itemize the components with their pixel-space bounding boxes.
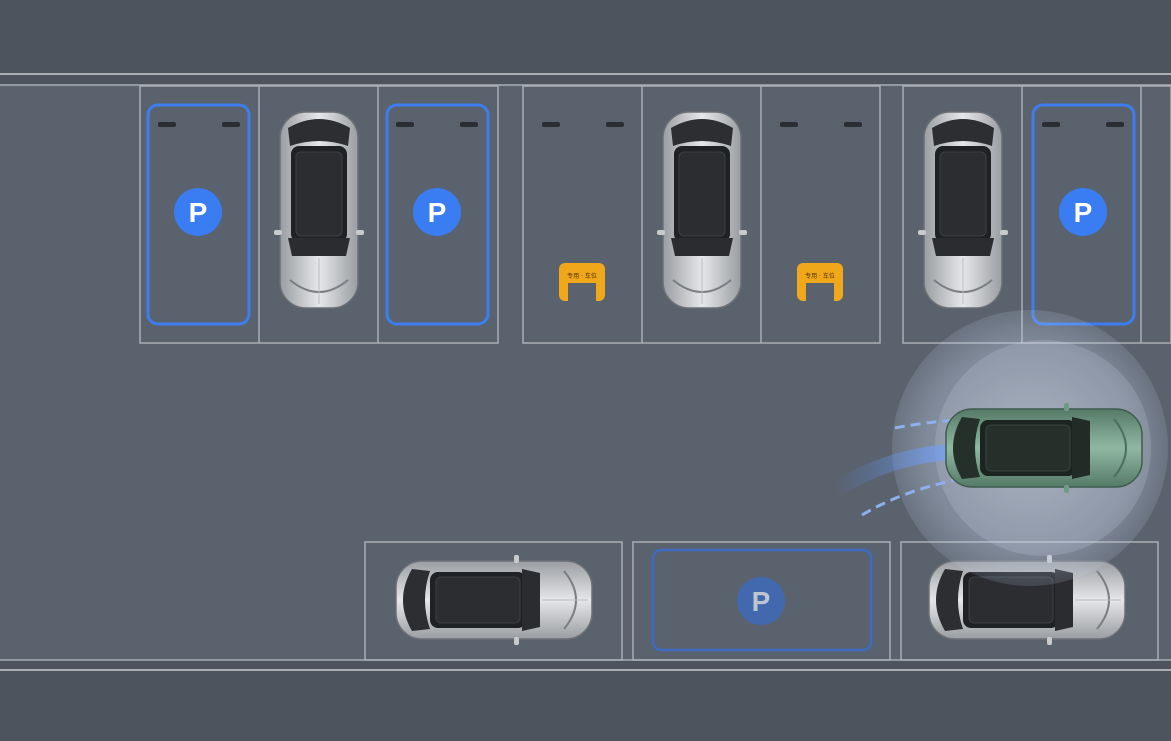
parking-lock-icon: 专用 · 车位 <box>559 263 605 301</box>
lock-label: 专用 · 车位 <box>567 272 597 280</box>
parking-scene: P P P 专用 · 车位 专用 · 车位 P <box>0 0 1171 741</box>
parking-badge-label: P <box>752 586 771 617</box>
parking-lock-icon: 专用 · 车位 <box>797 263 843 301</box>
parking-badge-label: P <box>428 197 447 228</box>
parked-car-bottom-1 <box>395 555 593 645</box>
parking-badge-target: P <box>737 577 785 625</box>
parking-badge-3: P <box>413 188 461 236</box>
parked-car-top-5 <box>657 111 747 309</box>
parked-car-top-7 <box>918 111 1008 309</box>
parked-car-top-2 <box>274 111 364 309</box>
ego-car <box>945 403 1143 493</box>
parking-badge-label: P <box>1074 197 1093 228</box>
parking-badge-8: P <box>1059 188 1107 236</box>
parking-badge-1: P <box>174 188 222 236</box>
parking-badge-label: P <box>189 197 208 228</box>
lock-label: 专用 · 车位 <box>805 272 835 280</box>
